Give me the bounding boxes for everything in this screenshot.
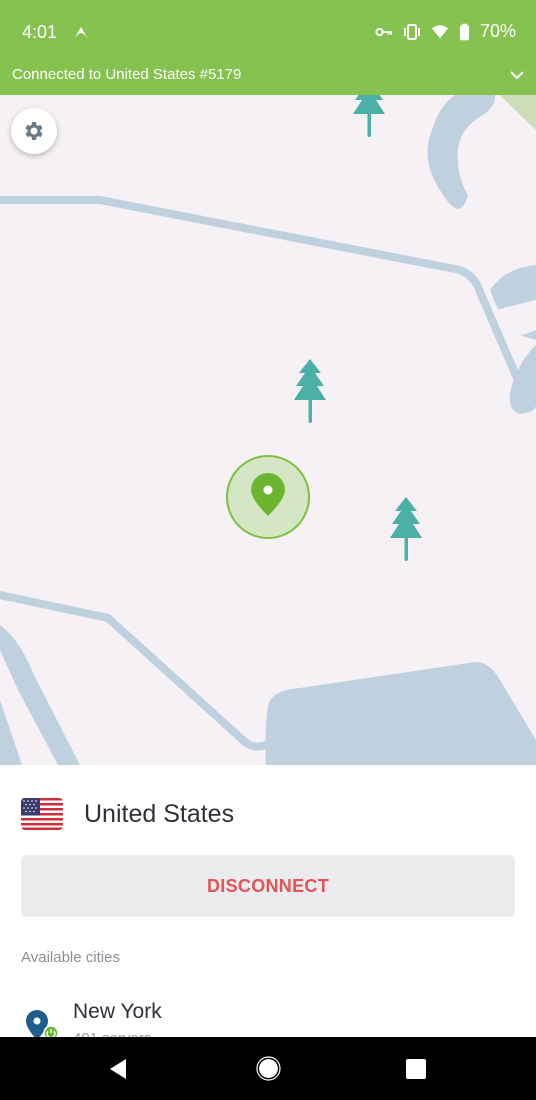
disconnect-button[interactable]: DISCONNECT xyxy=(21,855,515,917)
status-time: 4:01 xyxy=(22,22,58,42)
map-canvas xyxy=(0,95,536,765)
city-name: New York xyxy=(73,1000,162,1023)
list-item[interactable]: New York 401 servers xyxy=(24,998,504,1047)
settings-button[interactable] xyxy=(11,108,57,154)
recent-apps-icon[interactable] xyxy=(405,1058,427,1080)
vibrate-icon xyxy=(403,23,420,40)
available-cities-label: Available cities xyxy=(21,949,120,966)
status-icons: 70% xyxy=(375,21,516,42)
top-bar: 4:01 70% Connected to United States #517… xyxy=(0,0,536,95)
location-pin-icon[interactable] xyxy=(225,454,311,540)
country-header: United States xyxy=(21,798,234,830)
bottom-sheet: United States DISCONNECT Available citie… xyxy=(0,765,536,1047)
wifi-icon xyxy=(431,24,449,38)
navigation-bar xyxy=(0,1037,536,1100)
country-name: United States xyxy=(84,799,235,828)
battery-icon xyxy=(459,23,470,40)
tree-icon xyxy=(294,359,326,423)
battery-percent: 70% xyxy=(479,21,516,41)
connection-status[interactable]: Connected to United States #5179 xyxy=(12,66,241,83)
app-status-icon xyxy=(74,27,88,39)
tree-icon xyxy=(390,497,422,561)
vpn-key-icon xyxy=(375,27,393,36)
map-view[interactable] xyxy=(0,95,536,765)
tree-icon xyxy=(353,95,385,137)
back-icon[interactable] xyxy=(106,1056,132,1082)
home-icon[interactable] xyxy=(256,1056,281,1081)
us-flag-icon xyxy=(21,798,63,830)
gear-icon xyxy=(25,122,43,140)
chevron-down-icon[interactable] xyxy=(508,66,526,84)
